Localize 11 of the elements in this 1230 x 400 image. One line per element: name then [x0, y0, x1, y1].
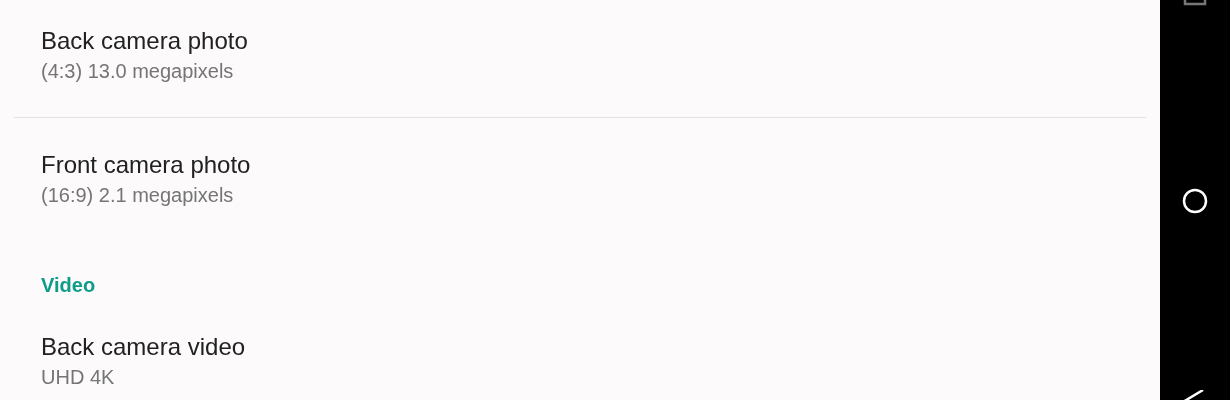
item-title: Front camera photo — [41, 150, 252, 180]
item-summary: UHD 4K — [41, 365, 116, 390]
item-title: Back camera photo — [41, 26, 249, 56]
home-icon[interactable] — [1182, 188, 1208, 214]
category-header: Video — [40, 273, 97, 298]
settings-item[interactable]: Back camera video UHD 4K — [0, 300, 1160, 396]
item-summary: (16:9) 2.1 megapixels — [41, 183, 235, 208]
settings-item[interactable]: Front camera photo (16:9) 2.1 megapixels — [0, 118, 1160, 241]
item-title: Back camera video — [41, 332, 247, 362]
item-summary: (4:3) 13.0 megapixels — [41, 59, 235, 84]
settings-item[interactable]: Back camera photo (4:3) 13.0 megapixels — [0, 0, 1160, 117]
